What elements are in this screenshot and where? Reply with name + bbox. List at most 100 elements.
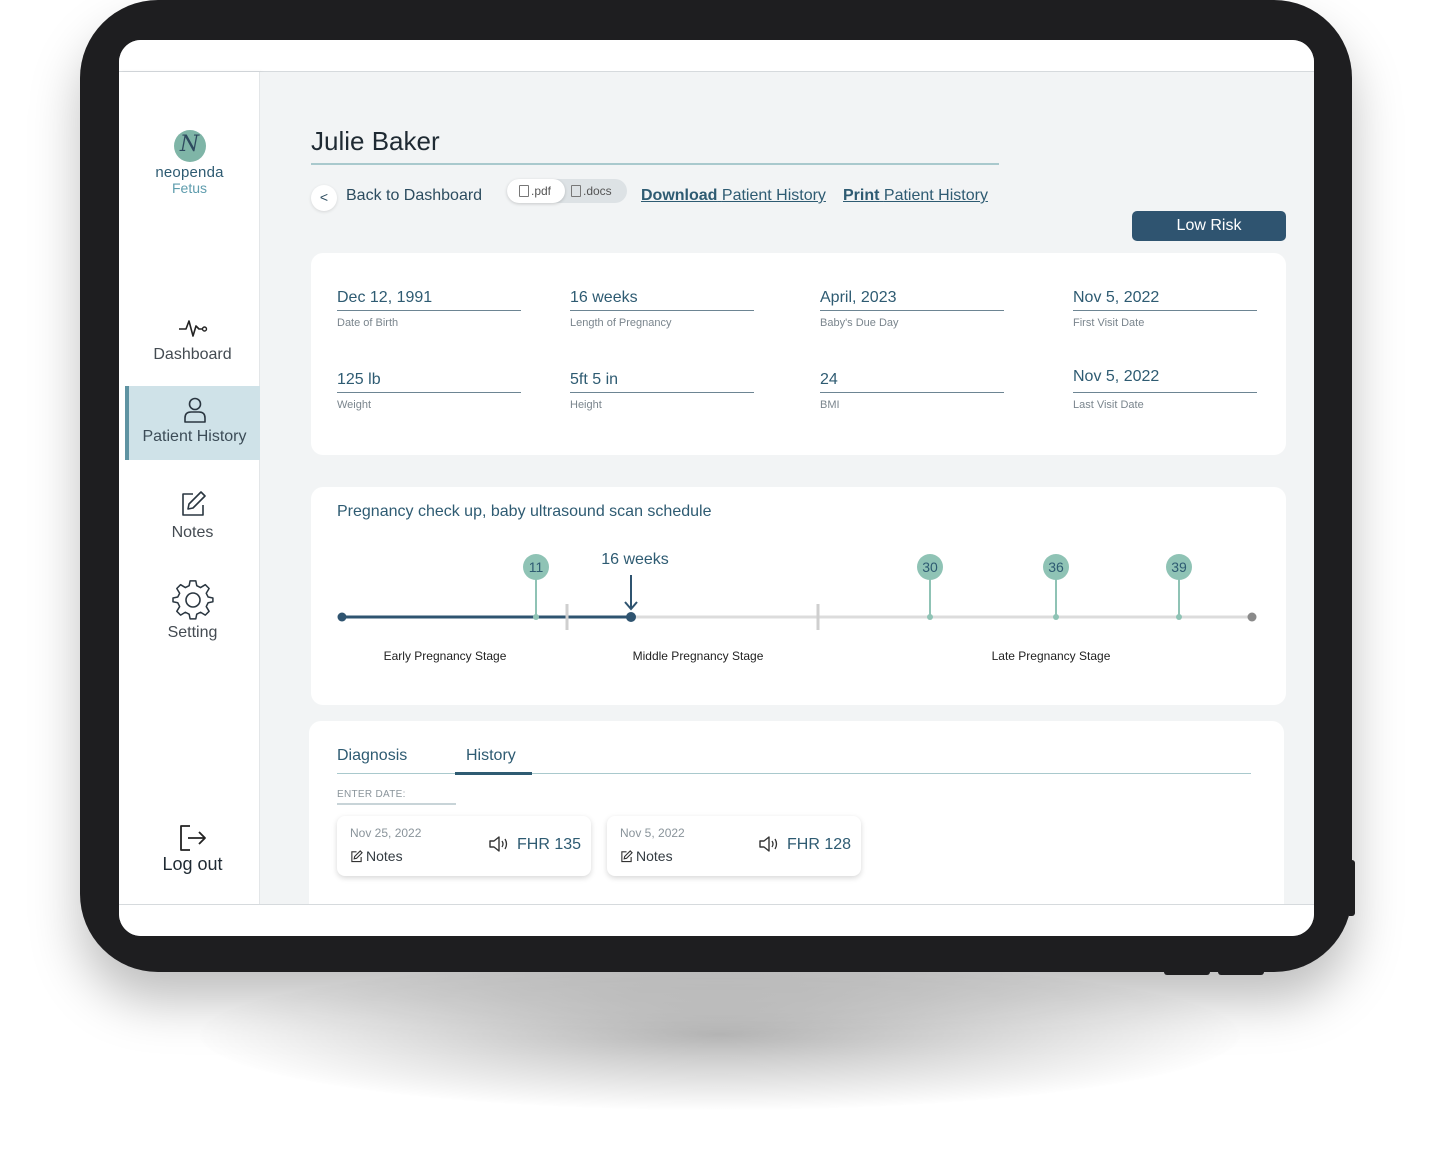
field-bmi: 24 BMI [820,371,1004,411]
pulse-icon [178,320,207,337]
edit-icon [181,491,206,516]
pdf-file-icon [519,185,529,197]
logout-icon [179,825,206,851]
field-underline [337,310,521,311]
download-patient-history-link[interactable]: Download Patient History [641,187,826,205]
history-entry[interactable]: Nov 5, 2022 Notes FHR 128 [607,816,861,876]
sidebar-item-notes[interactable]: Notes [125,490,260,542]
history-fhr[interactable]: FHR 128 [759,836,851,854]
field-value: 24 [820,371,838,388]
print-patient-history-link[interactable]: Print Patient History [843,187,988,205]
milestone-11: 11 [523,554,549,620]
field-label: Baby's Due Day [820,317,899,329]
logout-label: Log out [162,854,223,874]
milestone-39: 39 [1166,554,1192,620]
format-toggle: .pdf .docs [507,179,627,203]
field-underline [570,392,754,393]
sidebar-item-setting[interactable]: Setting [125,580,260,642]
screen: N neopenda Fetus Dashboard Patient Histo… [119,40,1314,936]
top-status-bar [119,40,1314,72]
field-value: Nov 5, 2022 [1073,289,1160,306]
milestone-30: 30 [917,554,943,620]
field-height: 5ft 5 in Height [570,371,754,411]
milestone-label: 11 [529,559,544,575]
speaker-icon [489,836,508,852]
field-first-visit-date: Nov 5, 2022 First Visit Date [1073,289,1257,329]
logo-subtitle: Fetus [171,180,207,196]
field-date-of-birth: Dec 12, 1991 Date of Birth [337,289,521,329]
back-button[interactable]: < [311,185,337,211]
field-underline [820,392,1004,393]
pregnancy-timeline-card: Pregnancy check up, baby ultrasound scan… [311,487,1286,705]
main-content: Julie Baker < Back to Dashboard .pdf .do… [260,72,1314,921]
field-due-day: April, 2023 Baby's Due Day [820,289,1004,329]
risk-status-badge: Low Risk [1132,211,1286,241]
field-value: 16 weeks [570,289,638,306]
field-underline [337,392,521,393]
sidebar-item-label: Dashboard [153,346,232,363]
format-pdf-label: .pdf [531,184,552,198]
history-notes-link[interactable]: Notes [620,848,673,864]
download-bold: Download [641,187,718,204]
current-week-marker: 16 weeks [601,551,669,622]
history-date: Nov 25, 2022 [350,826,422,840]
logo-mark: N [173,130,206,162]
milestone-label: 36 [1048,559,1064,575]
field-value: 5ft 5 in [570,371,619,388]
field-length-of-pregnancy: 16 weeks Length of Pregnancy [570,289,754,329]
active-tab-indicator [455,772,532,775]
field-value: 125 lb [337,371,381,388]
timeline-end-dot [1247,612,1257,622]
sidebar-item-dashboard[interactable]: Dashboard [125,316,260,364]
field-label: Length of Pregnancy [570,317,672,329]
print-bold: Print [843,187,880,204]
logout-button[interactable]: Log out [125,824,260,875]
field-value: Nov 5, 2022 [1073,368,1160,385]
patient-info-card: Dec 12, 1991 Date of Birth 16 weeks Leng… [311,253,1286,455]
print-rest: Patient History [883,187,988,204]
history-fhr[interactable]: FHR 135 [489,836,581,854]
history-notes-link[interactable]: Notes [350,848,403,864]
tablet-side-button [1349,860,1355,916]
milestone-label: 30 [922,559,938,575]
diagnosis-history-card: Diagnosis History ENTER DATE: Nov 25, 20… [309,721,1284,921]
stage-label-early: Early Pregnancy Stage [384,649,507,663]
app-logo: N neopenda Fetus [119,130,260,196]
back-to-dashboard-link[interactable]: Back to Dashboard [346,187,482,205]
format-docs-option[interactable]: .docs [571,179,612,203]
enter-date-label[interactable]: ENTER DATE: [337,789,406,800]
gear-icon [171,580,214,620]
chevron-left-icon: < [319,189,329,205]
timeline-graphic: 11 30 36 39 16 weeks Early Pregnancy Sta… [337,551,1257,663]
milestone-36: 36 [1043,554,1069,620]
history-fhr-value: FHR 128 [787,836,852,853]
stage-label-late: Late Pregnancy Stage [992,649,1111,663]
speaker-icon [759,836,778,852]
edit-icon [351,850,363,863]
field-label: Last Visit Date [1073,399,1144,411]
tab-diagnosis[interactable]: Diagnosis [337,747,407,765]
field-underline [1073,310,1257,311]
format-pdf-option[interactable]: .pdf [507,179,565,203]
tablet-volume-button [1164,968,1210,975]
history-entry[interactable]: Nov 25, 2022 Notes FHR 135 [337,816,591,876]
tab-history[interactable]: History [466,747,516,765]
history-notes-label: Notes [636,848,673,864]
field-value: April, 2023 [820,289,897,306]
timeline-start-dot [337,612,347,622]
sidebar-item-patient-history[interactable]: Patient History [125,386,260,460]
page-title: Julie Baker [311,126,440,156]
title-divider [311,163,999,165]
history-fhr-value: FHR 135 [517,836,582,853]
field-label: Date of Birth [337,317,399,329]
sidebar: N neopenda Fetus Dashboard Patient Histo… [119,72,260,904]
field-underline [820,310,1004,311]
download-rest: Patient History [721,187,826,204]
edit-icon [621,850,633,863]
field-underline [1073,392,1257,393]
current-week-label: 16 weeks [601,551,669,568]
field-label: Height [570,399,602,411]
tablet-volume-button [1218,968,1264,975]
milestone-label: 39 [1171,559,1187,575]
field-label: BMI [820,399,840,411]
